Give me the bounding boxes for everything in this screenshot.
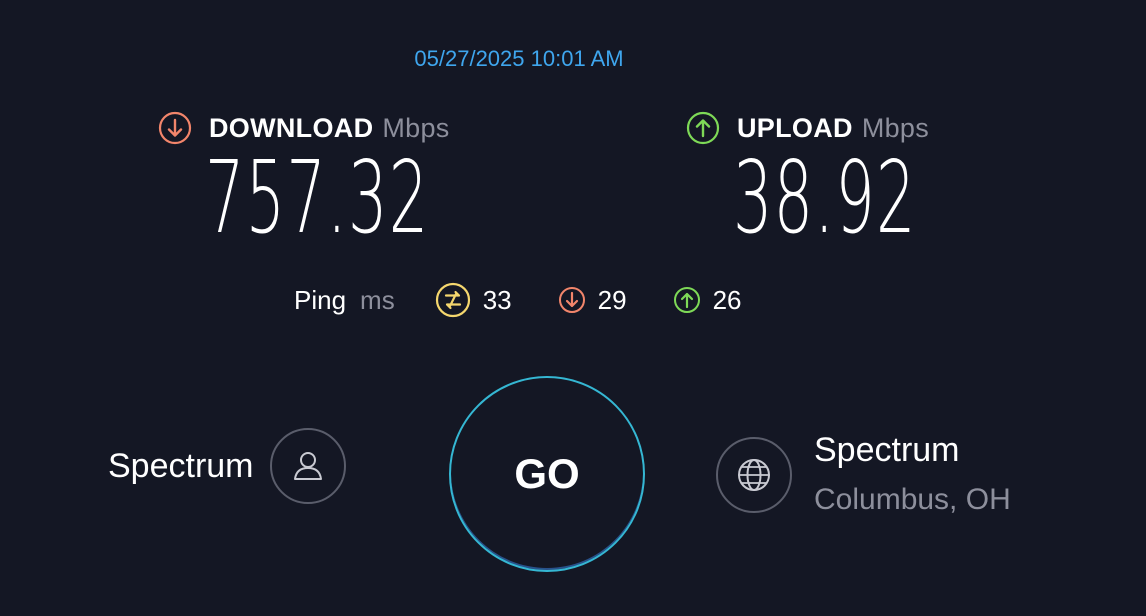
server-info[interactable]: Spectrum Columbus, OH xyxy=(716,428,1011,522)
ping-idle-icon xyxy=(435,282,470,318)
provider-info[interactable]: Spectrum xyxy=(108,428,346,504)
ping-upload: 26 xyxy=(673,284,742,316)
upload-arrow-icon xyxy=(686,111,720,145)
upload-speed-value: 38.92 xyxy=(733,139,917,256)
user-icon[interactable] xyxy=(269,428,346,504)
download-speed-value: 757.32 xyxy=(205,139,430,256)
server-text: Spectrum Columbus, OH xyxy=(814,428,1011,522)
globe-icon[interactable] xyxy=(716,437,792,513)
result-timestamp: 05/27/2025 10:01 AM xyxy=(414,46,624,71)
provider-name: Spectrum xyxy=(108,446,254,485)
ping-upload-value: 26 xyxy=(712,284,742,315)
ping-idle: 33 xyxy=(435,282,512,318)
ping-download: 29 xyxy=(558,285,627,316)
go-button[interactable]: GO xyxy=(449,376,645,572)
download-arrow-icon xyxy=(158,111,192,145)
ping-unit: ms xyxy=(360,284,395,315)
ping-download-value: 29 xyxy=(597,284,627,315)
upload-arrow-icon xyxy=(673,287,700,313)
ping-row: Ping ms 33 29 26 xyxy=(294,282,741,318)
server-name: Spectrum xyxy=(814,431,960,469)
download-arrow-icon xyxy=(558,287,585,313)
ping-idle-value: 33 xyxy=(482,284,512,315)
server-location: Columbus, OH xyxy=(814,483,1011,516)
ping-label: Ping xyxy=(294,284,347,315)
speedtest-result-screen: 05/27/2025 10:01 AM DOWNLOAD Mbps 757.32… xyxy=(0,0,1146,616)
